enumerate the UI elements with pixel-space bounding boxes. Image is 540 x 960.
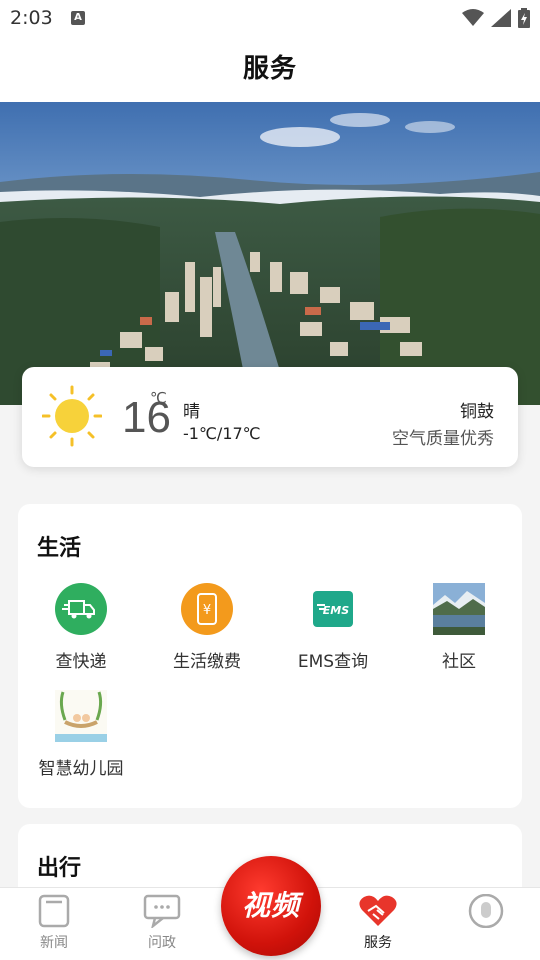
- chat-icon: [143, 894, 181, 928]
- status-time: 2:03: [10, 7, 53, 29]
- handshake-heart-icon: [359, 895, 397, 926]
- life-section-title: 生活: [37, 536, 82, 561]
- community-label: 社区: [442, 652, 476, 672]
- video-button-label: 视频: [241, 889, 300, 922]
- tab-news-label: 新闻: [40, 935, 68, 951]
- page-title: 服务: [242, 54, 297, 84]
- ems-icon: EMS: [313, 591, 353, 627]
- utility-payment-item[interactable]: ¥ 生活缴费: [144, 583, 270, 672]
- title-bar: 服务: [0, 36, 540, 102]
- tab-inquiry[interactable]: 问政: [122, 894, 202, 952]
- ems-logo-text: EMS: [323, 604, 349, 617]
- profile-icon: [468, 894, 504, 928]
- news-icon: [38, 894, 70, 928]
- tab-service-label: 服务: [364, 935, 392, 951]
- ems-query-label: EMS查询: [297, 652, 369, 672]
- ems-query-item[interactable]: EMS EMS查询: [270, 583, 396, 672]
- travel-section-title: 出行: [37, 856, 82, 881]
- city-name: 铜鼓: [460, 402, 494, 422]
- air-quality: 空气质量优秀: [392, 429, 494, 449]
- battery-icon: [518, 8, 530, 28]
- smart-kindergarten-item[interactable]: 智慧幼儿园: [18, 690, 144, 779]
- sun-icon: [42, 385, 102, 447]
- weather-condition: 晴: [183, 402, 200, 422]
- tab-service[interactable]: 服务: [338, 894, 418, 952]
- weather-card[interactable]: 16 ℃ 晴 -1℃/17℃ 铜鼓 空气质量优秀: [22, 367, 518, 467]
- temperature-range: -1℃/17℃: [183, 424, 261, 443]
- cellular-signal-icon: [491, 9, 511, 27]
- life-section-card: 生活 查快递 ¥ 生活缴费 EMS EMS查询 社区 智慧幼儿园: [18, 504, 522, 808]
- notification-a-icon: A: [71, 11, 85, 25]
- status-icons: [462, 8, 530, 28]
- tab-inquiry-label: 问政: [148, 935, 176, 951]
- kindergarten-icon: [55, 690, 107, 742]
- utility-payment-label: 生活缴费: [173, 652, 241, 672]
- smart-kindergarten-label: 智慧幼儿园: [38, 759, 124, 779]
- svg-text:¥: ¥: [203, 603, 211, 618]
- wifi-icon: [462, 9, 484, 26]
- payment-icon: ¥: [181, 583, 233, 635]
- truck-icon: [55, 583, 107, 635]
- tab-news[interactable]: 新闻: [14, 894, 94, 952]
- temperature-unit: ℃: [150, 389, 167, 407]
- express-query-item[interactable]: 查快递: [18, 583, 144, 672]
- community-photo-icon: [433, 583, 485, 635]
- community-item[interactable]: 社区: [396, 583, 522, 672]
- status-bar: 2:03 A: [0, 0, 540, 36]
- banner-image[interactable]: [0, 102, 540, 405]
- video-button[interactable]: 视频: [221, 856, 321, 956]
- express-query-label: 查快递: [55, 652, 107, 672]
- tab-profile[interactable]: [446, 894, 526, 928]
